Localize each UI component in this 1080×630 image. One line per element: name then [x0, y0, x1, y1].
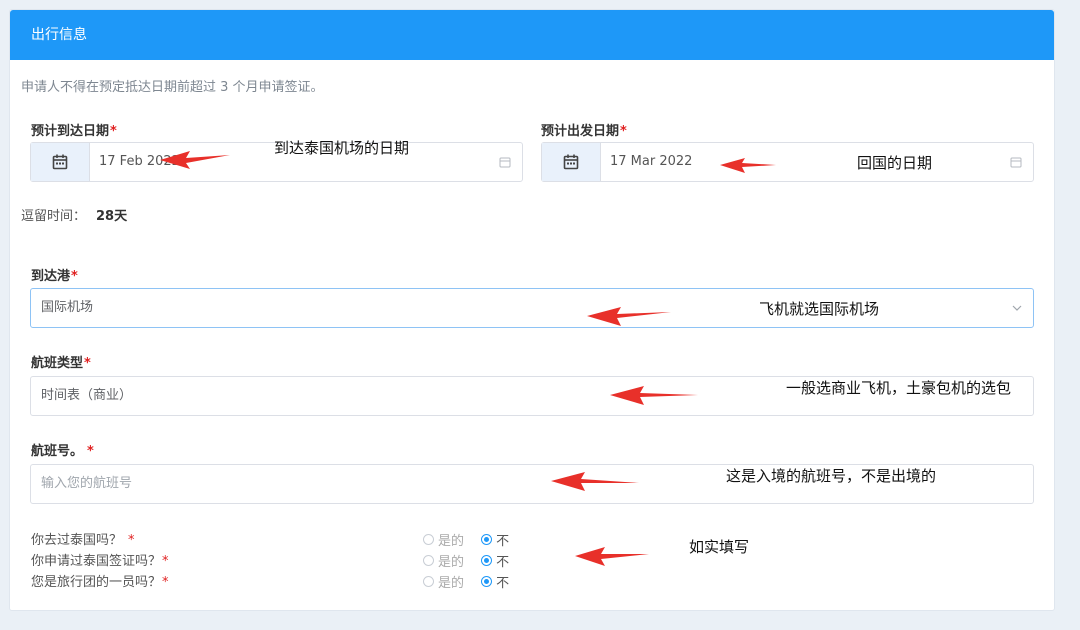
radio-no-selected[interactable]: [481, 534, 493, 545]
radio-group-applied: 是的 不: [423, 550, 509, 570]
radio-group-visited: 是的 不: [423, 529, 509, 549]
annotation-questions: 如实填写: [689, 538, 750, 556]
annotation-flight-type: 一般选商业飞机，土豪包机的选包: [786, 379, 1012, 397]
annotation-arrow: [160, 151, 230, 169]
calendar-small-icon[interactable]: [499, 156, 511, 168]
annotation-departure: 回国的日期: [857, 154, 933, 172]
calendar-icon: [52, 154, 68, 170]
departure-date-picker[interactable]: 17 Mar 2022: [541, 142, 1034, 182]
radio-yes-label[interactable]: 是的: [438, 555, 464, 570]
question-text: 您是旅行团的一员吗？: [31, 575, 162, 590]
flight-type-label-text: 航班类型: [31, 356, 84, 371]
flight-type-label: 航班类型*: [31, 352, 91, 371]
required-mark: *: [128, 533, 135, 548]
required-mark: *: [162, 575, 169, 590]
annotation-arrow: [551, 472, 639, 491]
annotation-arrow: [587, 307, 671, 326]
flight-type-value: 时间表（商业）: [41, 388, 133, 403]
radio-group-tour: 是的 不: [423, 571, 509, 591]
flight-number-placeholder: 输入您的航班号: [41, 476, 133, 491]
stay-duration-label: 逗留时间：: [21, 209, 87, 224]
departure-date-label: 预计出发日期*: [541, 120, 627, 139]
radio-no-label[interactable]: 不: [496, 555, 509, 570]
stay-duration: 逗留时间： 28天: [21, 205, 127, 224]
annotation-port: 飞机就选国际机场: [759, 300, 880, 318]
notice-text: 申请人不得在预定抵达日期前超过 3 个月申请签证。: [21, 80, 324, 95]
annotation-arrow: [610, 386, 698, 405]
required-mark: *: [110, 124, 117, 139]
required-mark: *: [87, 444, 94, 459]
annotation-flight-number: 这是入境的航班号，不是出境的: [726, 467, 937, 485]
calendar-icon: [563, 154, 579, 170]
arrival-port-select[interactable]: 国际机场: [30, 288, 1034, 328]
annotation-arrow: [575, 547, 649, 566]
calendar-small-icon[interactable]: [1010, 156, 1022, 168]
arrival-port-value: 国际机场: [41, 300, 94, 315]
arrival-port-label-text: 到达港: [31, 269, 71, 284]
arrival-port-label: 到达港*: [31, 265, 78, 284]
chevron-down-icon: [1012, 305, 1022, 311]
departure-calendar-button[interactable]: [542, 143, 601, 181]
radio-no-label[interactable]: 不: [496, 534, 509, 549]
flight-number-label: 航班号。 *: [31, 440, 94, 459]
stay-duration-value: 28天: [96, 209, 128, 224]
radio-yes[interactable]: [423, 576, 434, 587]
required-mark: *: [71, 269, 78, 284]
annotation-arrow: [720, 158, 776, 173]
required-mark: *: [162, 554, 169, 569]
radio-no-label[interactable]: 不: [496, 576, 509, 591]
required-mark: *: [84, 356, 91, 371]
arrival-calendar-button[interactable]: [31, 143, 90, 181]
card-header: 出行信息: [10, 10, 1054, 60]
radio-no-selected[interactable]: [481, 576, 493, 587]
radio-yes[interactable]: [423, 555, 434, 566]
departure-date-label-text: 预计出发日期: [541, 124, 620, 139]
annotation-arrival: 到达泰国机场的日期: [274, 139, 410, 157]
question-tour-group: 您是旅行团的一员吗？*: [31, 571, 169, 590]
question-applied-visa: 你申请过泰国签证吗？*: [31, 550, 169, 569]
flight-number-label-text: 航班号。: [31, 444, 84, 459]
required-mark: *: [620, 124, 627, 139]
radio-yes-label[interactable]: 是的: [438, 534, 464, 549]
arrival-date-label-text: 预计到达日期: [31, 124, 110, 139]
question-text: 你申请过泰国签证吗？: [31, 554, 162, 569]
question-visited-thailand: 你去过泰国吗？ *: [31, 529, 135, 548]
arrival-date-label: 预计到达日期*: [31, 120, 117, 139]
radio-yes-label[interactable]: 是的: [438, 576, 464, 591]
radio-no-selected[interactable]: [481, 555, 493, 566]
radio-yes[interactable]: [423, 534, 434, 545]
question-text: 你去过泰国吗？: [31, 533, 123, 548]
departure-date-value[interactable]: 17 Mar 2022: [610, 143, 692, 181]
